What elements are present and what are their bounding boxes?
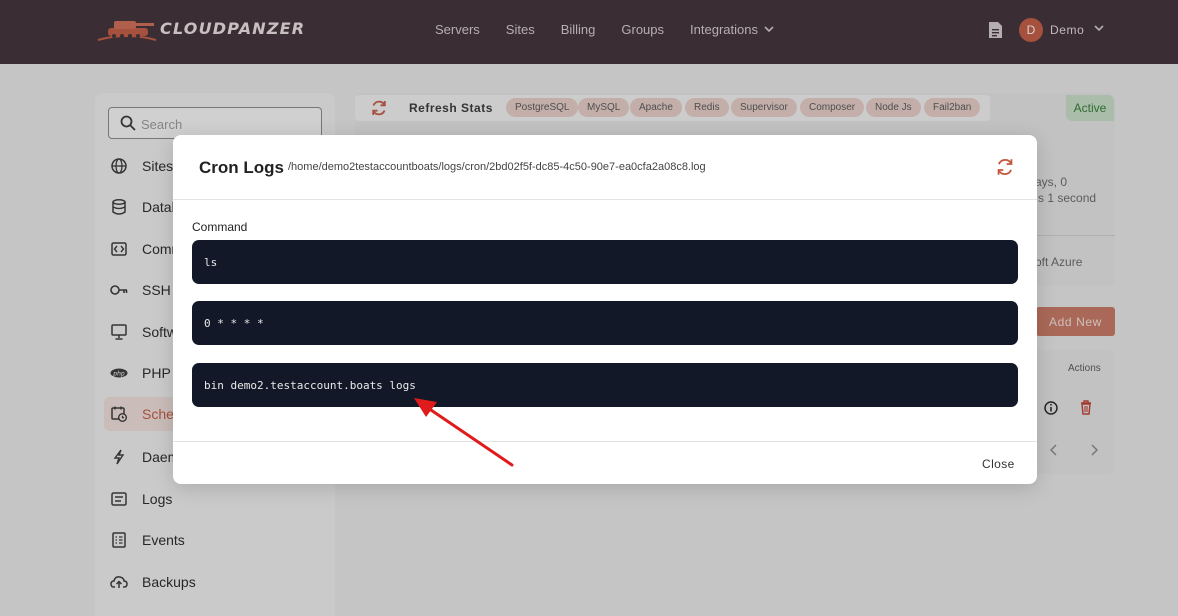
log-output-text: bin demo2.testaccount.boats logs bbox=[204, 378, 416, 392]
command-codebox: ls bbox=[192, 240, 1018, 284]
modal-footer-divider bbox=[173, 441, 1037, 442]
log-file-path: /home/demo2testaccountboats/logs/cron/2b… bbox=[288, 161, 706, 173]
modal-header-divider bbox=[173, 199, 1037, 200]
refresh-icon[interactable] bbox=[995, 157, 1015, 177]
log-output-codebox: bin demo2.testaccount.boats logs bbox=[192, 363, 1018, 407]
modal-title: Cron Logs bbox=[199, 158, 284, 177]
schedule-text: 0 * * * * bbox=[204, 316, 264, 330]
cron-logs-modal: Cron Logs /home/demo2testaccountboats/lo… bbox=[173, 135, 1037, 484]
command-text: ls bbox=[204, 255, 218, 269]
command-label: Command bbox=[192, 220, 248, 234]
close-button[interactable]: Close bbox=[982, 457, 1015, 471]
schedule-codebox: 0 * * * * bbox=[192, 301, 1018, 345]
